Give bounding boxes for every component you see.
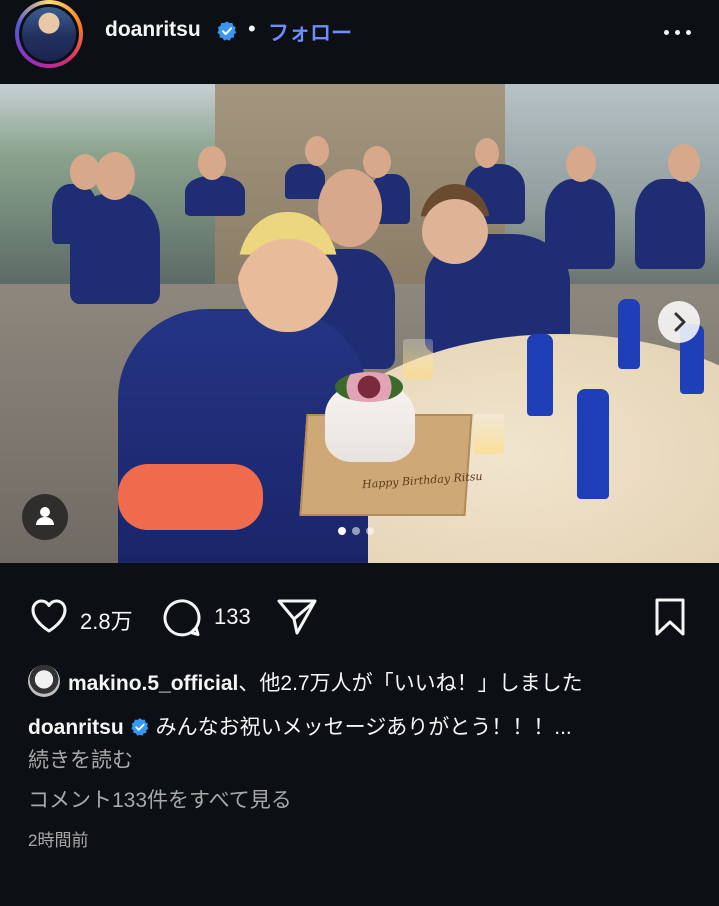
read-more-link[interactable]: 続きを読む: [28, 744, 133, 774]
photo-person-head: [566, 146, 596, 182]
carousel-dot: [366, 527, 374, 535]
carousel-next-button[interactable]: [658, 301, 700, 343]
photo-person-head: [420, 184, 490, 264]
liked-by-rest: 、他2.7万人が「いいね！」しました: [238, 672, 583, 695]
more-options-icon[interactable]: [662, 22, 694, 42]
photo-person: [635, 179, 705, 269]
follow-button[interactable]: フォロー: [268, 17, 352, 47]
user-tag-icon: [36, 507, 54, 525]
carousel-indicator: [338, 527, 388, 537]
post-actions: 2.8万 133: [0, 590, 719, 646]
liked-by-text: makino.5_official、他2.7万人が「いいね！」しました: [68, 667, 583, 697]
carousel-dot: [352, 527, 360, 535]
photo-person-head: [198, 146, 226, 180]
verified-badge-icon: [217, 21, 237, 41]
paper-plane-icon[interactable]: [275, 596, 319, 638]
post-timestamp: 2時間前: [28, 831, 89, 850]
likes-count[interactable]: 2.8万: [80, 604, 133, 636]
chevron-right-icon: [674, 312, 686, 332]
liker-avatar[interactable]: [28, 665, 60, 697]
photo-glass: [474, 414, 504, 454]
photo-glass: [403, 339, 433, 379]
photo-person-head: [305, 136, 329, 166]
heart-icon[interactable]: [28, 596, 70, 636]
post-photo[interactable]: Happy Birthday Ritsu: [0, 84, 719, 563]
avatar-image: [22, 7, 76, 61]
header-separator: •: [248, 16, 256, 41]
view-all-comments-link[interactable]: コメント133件をすべて見る: [28, 784, 292, 814]
profile-avatar[interactable]: [15, 0, 83, 68]
more-dot: [664, 30, 669, 35]
post-caption: doanritsu みんなお祝いメッセージありがとう！！！...: [28, 711, 572, 741]
bookmark-icon[interactable]: [652, 596, 688, 638]
photo-main-player-sleeve: [118, 464, 263, 530]
user-tag-button[interactable]: [22, 494, 68, 540]
photo-cake-berries: [335, 372, 403, 402]
caption-username[interactable]: doanritsu: [28, 716, 124, 739]
liker-username[interactable]: makino.5_official: [68, 672, 238, 695]
more-dot: [686, 30, 691, 35]
comment-bubble-icon[interactable]: [160, 596, 204, 638]
photo-person: [52, 184, 97, 244]
username-link[interactable]: doanritsu: [105, 18, 201, 42]
photo-main-player-head: [238, 212, 338, 332]
photo-bottle: [527, 334, 553, 416]
photo-person-head: [475, 138, 499, 168]
carousel-dot-active: [338, 527, 346, 535]
photo-person-head: [668, 144, 700, 182]
avatar-frame: [19, 4, 79, 64]
liked-by-line[interactable]: makino.5_official、他2.7万人が「いいね！」しました: [28, 663, 708, 699]
caption-text: みんなお祝いメッセージありがとう！！！...: [155, 716, 572, 739]
photo-person-head: [70, 154, 100, 190]
photo-person-head: [363, 146, 391, 178]
photo-person: [185, 176, 245, 216]
photo-person-head: [95, 152, 135, 200]
photo-bottle: [577, 389, 609, 499]
post-header: doanritsu • フォロー: [0, 0, 719, 84]
more-dot: [675, 30, 680, 35]
comments-count[interactable]: 133: [214, 604, 251, 630]
photo-bottle: [618, 299, 640, 369]
verified-badge-icon: [131, 718, 149, 736]
